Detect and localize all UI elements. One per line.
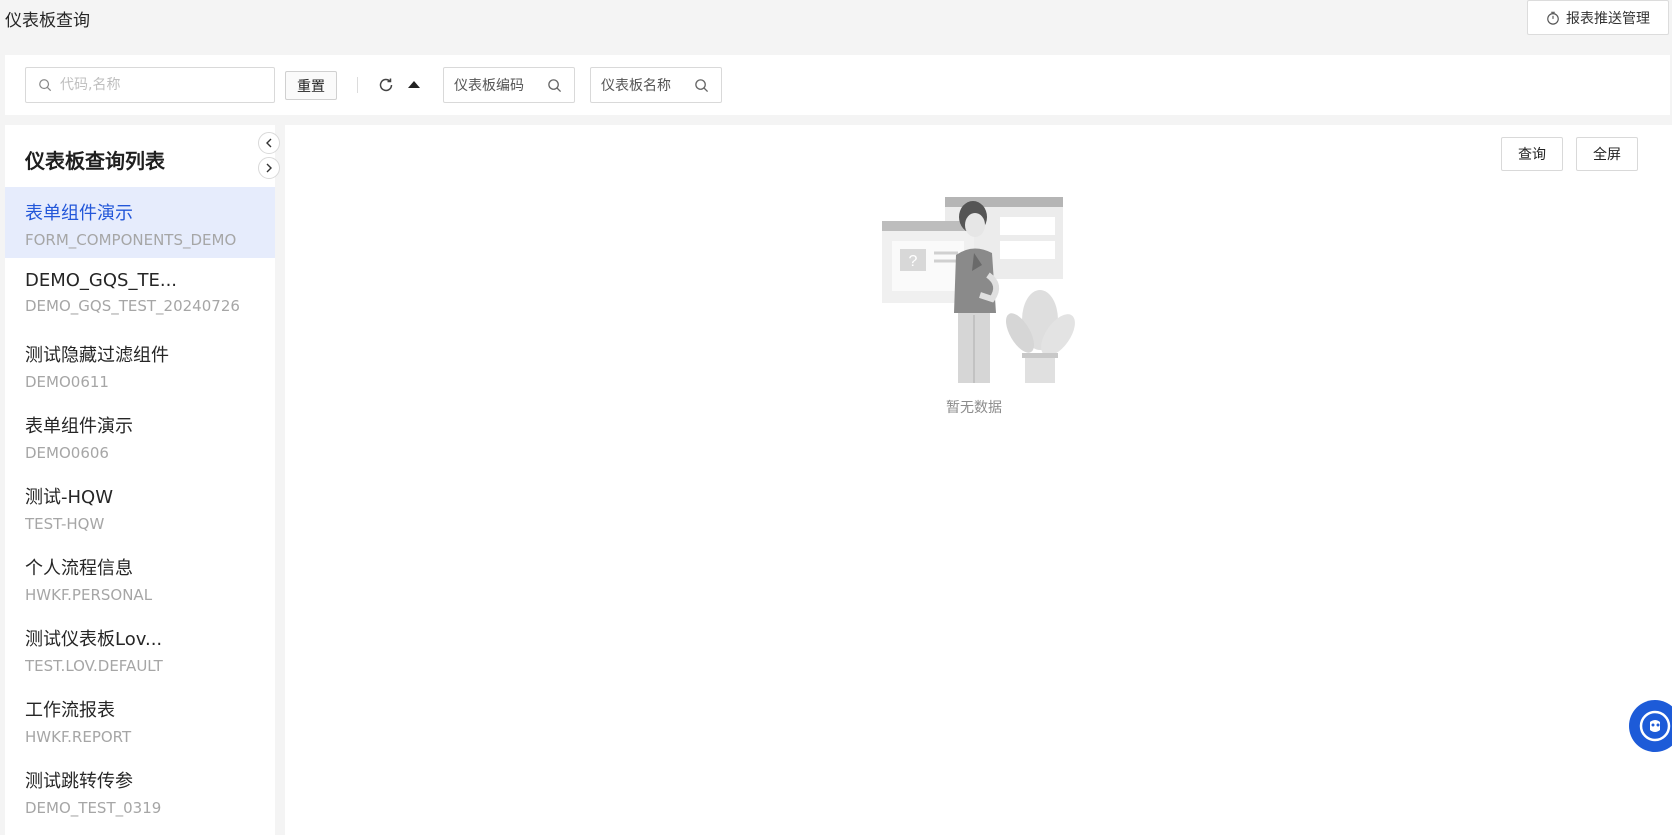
item-name: 测试仪表板Lov... [25,629,163,650]
list-item[interactable]: 个人流程信息 HWKF.PERSONAL [5,542,275,613]
dashboard-list-sidebar: 仪表板查询列表 表单组件演示 FORM_COMPONENTS_DEMO DEMO… [5,125,275,835]
dashboard-list: 表单组件演示 FORM_COMPONENTS_DEMO DEMO_GQS_TE.… [5,187,275,826]
item-name: 测试跳转传参 [25,771,133,792]
dashboard-display-panel: 查询 全屏 ? 暂无数据 [285,125,1672,835]
item-code: TEST-HQW [25,515,105,533]
report-push-management-button[interactable]: 报表推送管理 [1527,0,1669,35]
empty-state-text: 暂无数据 [946,400,1002,416]
item-name: 表单组件演示 [25,416,133,437]
list-item[interactable]: 测试隐藏过滤组件 DEMO0611 [5,329,275,400]
assistant-icon [1639,710,1671,742]
item-code: DEMO_GQS_TEST_20240726 [25,297,240,315]
dashboard-code-filter[interactable]: 仪表板编码 [443,67,575,103]
chevron-right-icon [266,163,272,173]
dashboard-code-label: 仪表板编码 [454,78,524,94]
refresh-icon[interactable] [377,76,395,94]
list-item[interactable]: 表单组件演示 FORM_COMPONENTS_DEMO [5,187,275,258]
item-name: DEMO_GQS_TE... [25,270,178,291]
collapse-sidebar-button[interactable] [258,132,280,154]
item-code: DEMO0606 [25,444,109,462]
caret-up-icon[interactable] [407,79,421,89]
dashboard-name-label: 仪表板名称 [601,78,671,94]
page-title: 仪表板查询 [5,11,90,31]
list-item[interactable]: 表单组件演示 DEMO0606 [5,400,275,471]
empty-state-illustration: ? [882,197,1075,383]
list-item[interactable]: DEMO_GQS_TE... DEMO_GQS_TEST_20240726 [5,258,275,329]
fullscreen-button[interactable]: 全屏 [1576,137,1638,171]
report-push-management-label: 报表推送管理 [1566,10,1650,27]
query-button[interactable]: 查询 [1501,137,1563,171]
item-name: 测试-HQW [25,487,113,508]
search-input[interactable] [60,77,260,93]
item-code: TEST.LOV.DEFAULT [25,657,163,675]
filter-bar: 重置 仪表板编码 仪表板名称 [5,55,1670,115]
dashboard-name-filter[interactable]: 仪表板名称 [590,67,722,103]
list-item[interactable]: 测试-HQW TEST-HQW [5,471,275,542]
stopwatch-icon [1547,11,1559,25]
item-name: 个人流程信息 [25,558,133,579]
svg-text:?: ? [909,253,918,270]
item-code: HWKF.REPORT [25,728,132,746]
list-item[interactable]: 测试跳转传参 DEMO_TEST_0319 [5,755,275,826]
expand-sidebar-button[interactable] [258,157,280,179]
search-icon [548,78,562,92]
list-item[interactable]: 测试仪表板Lov... TEST.LOV.DEFAULT [5,613,275,684]
item-name: 测试隐藏过滤组件 [25,345,169,366]
search-icon [39,79,52,92]
search-icon [695,78,709,92]
chevron-left-icon [266,138,272,148]
item-name: 表单组件演示 [25,203,133,224]
reset-button[interactable]: 重置 [285,71,337,100]
assistant-float-button[interactable] [1629,700,1672,752]
item-code: DEMO_TEST_0319 [25,799,162,817]
sidebar-title: 仪表板查询列表 [25,149,165,173]
list-item[interactable]: 工作流报表 HWKF.REPORT [5,684,275,755]
item-code: FORM_COMPONENTS_DEMO [25,231,237,249]
item-code: DEMO0611 [25,373,109,391]
item-name: 工作流报表 [25,700,115,721]
item-code: HWKF.PERSONAL [25,586,153,604]
search-box[interactable] [25,67,275,103]
toolbar-divider [357,77,358,93]
